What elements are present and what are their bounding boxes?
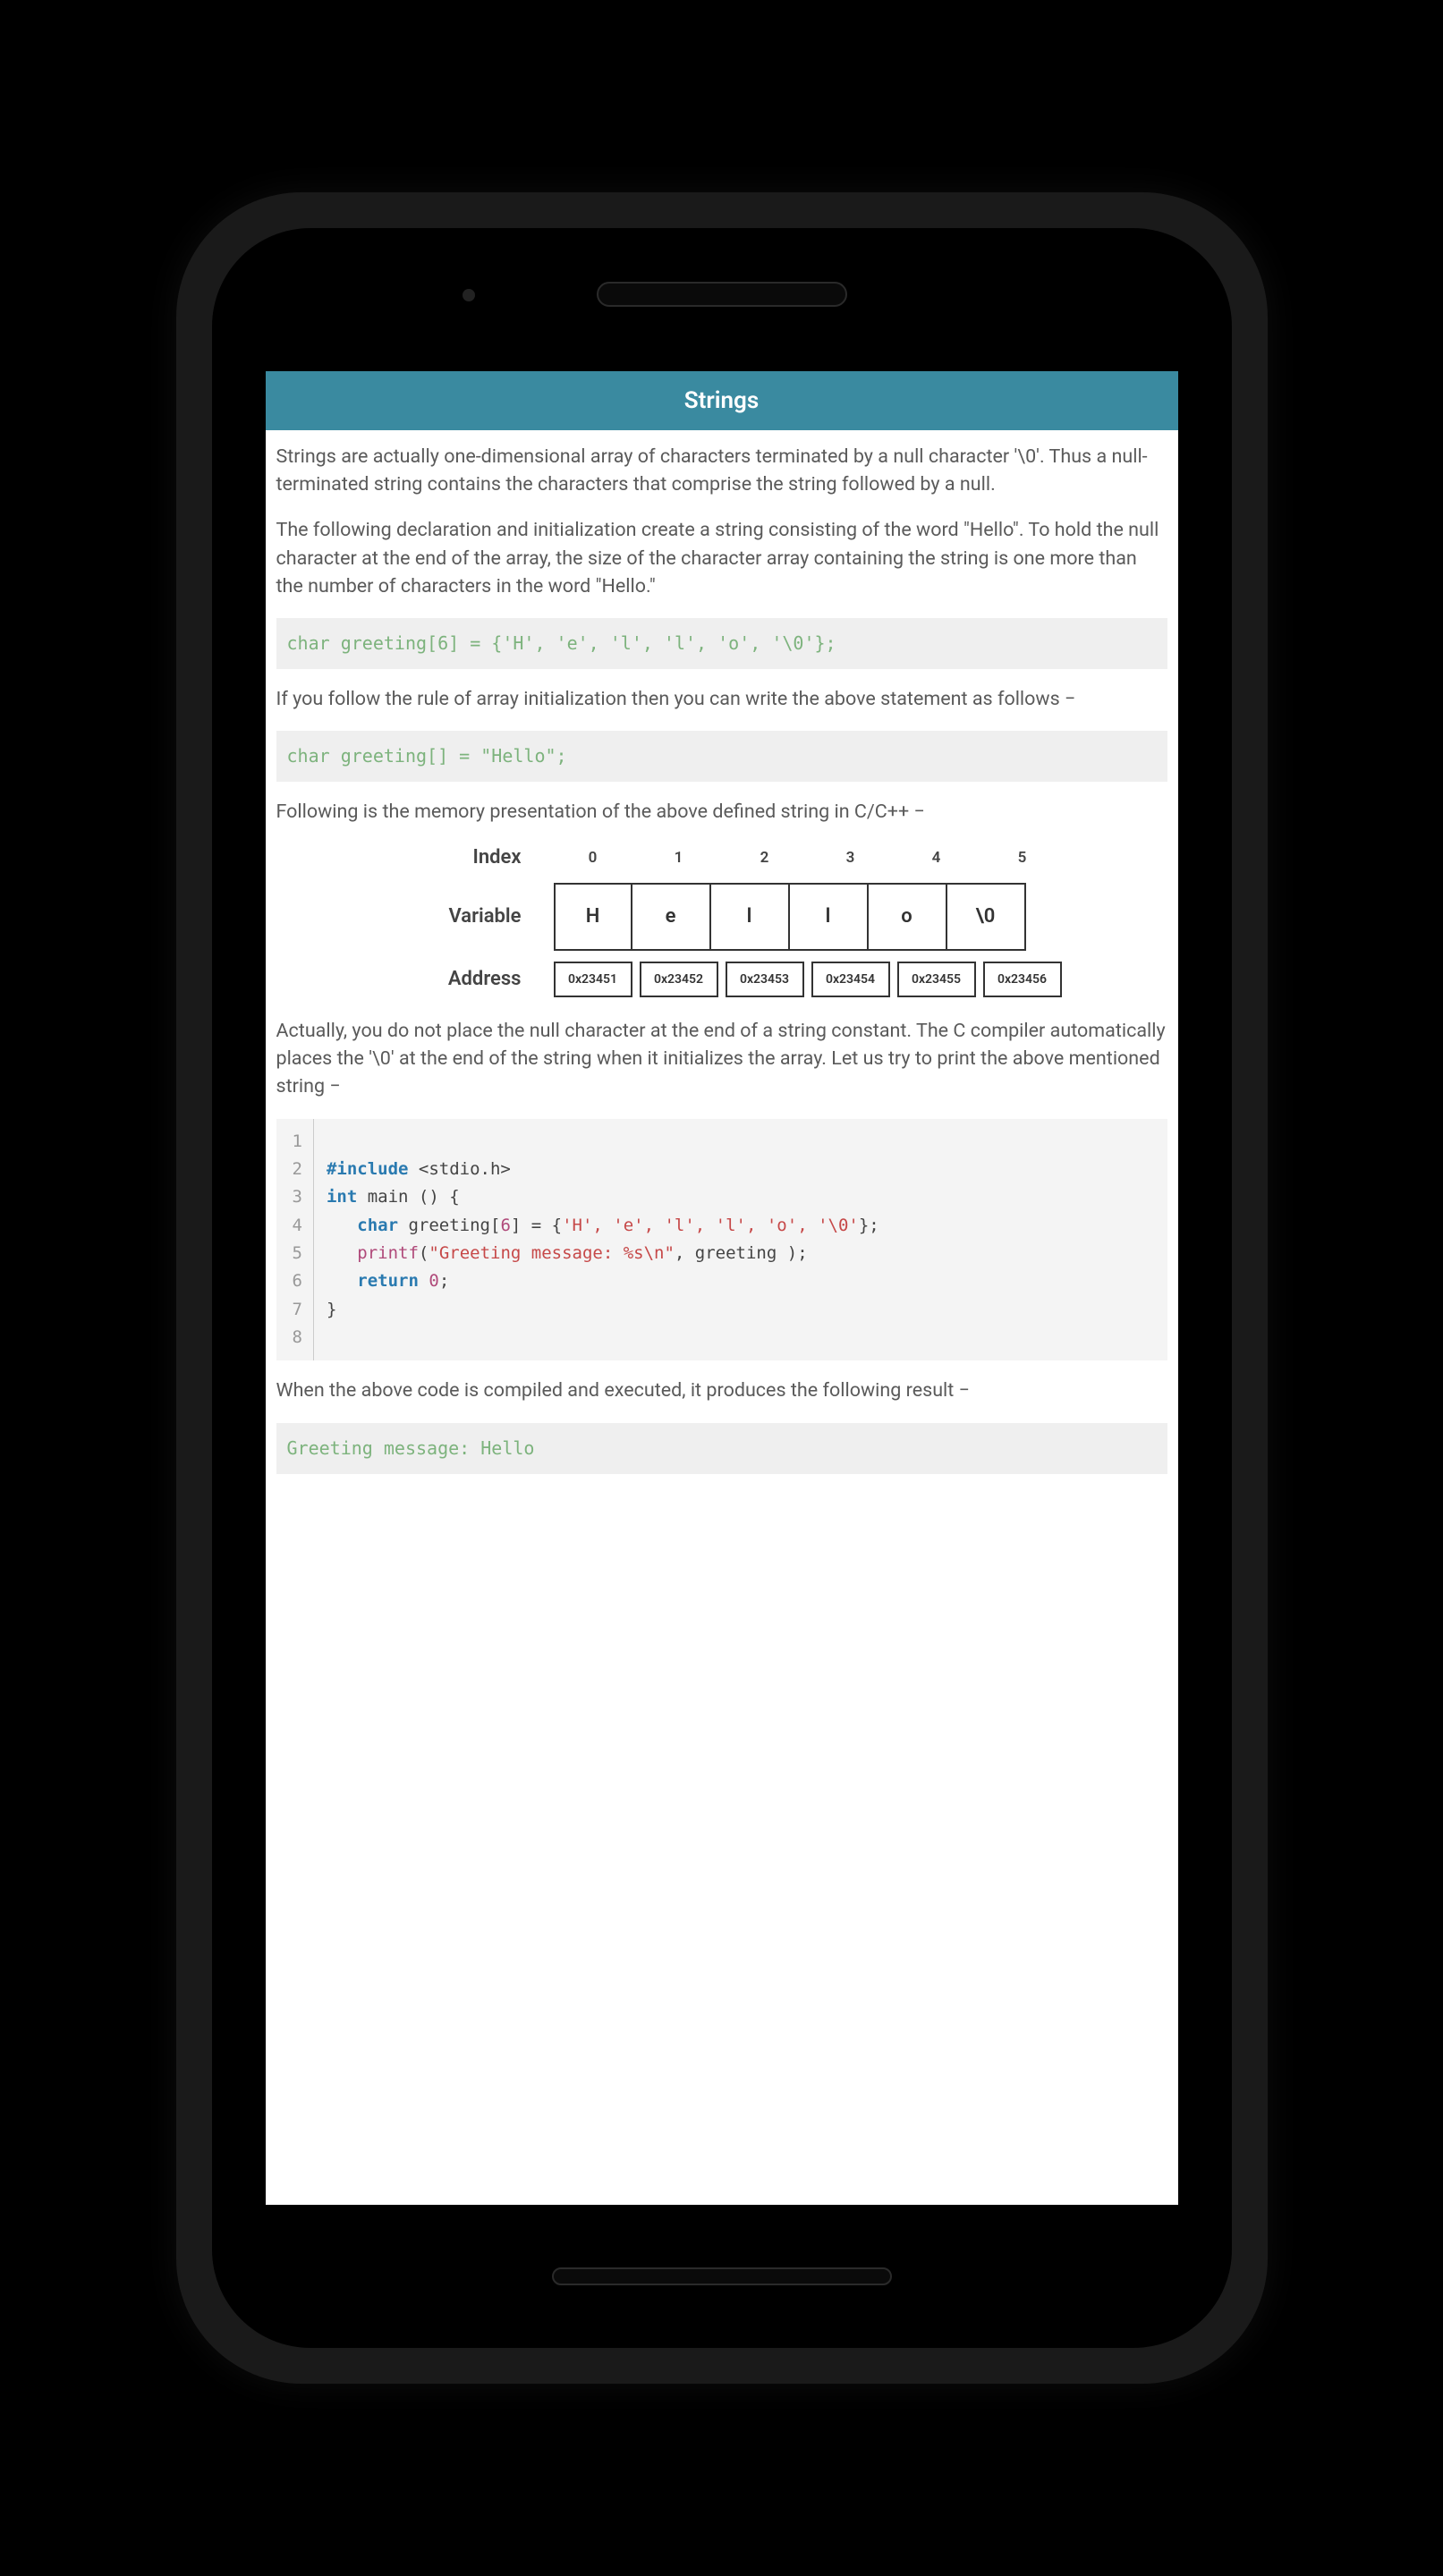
code-snippet-declaration-literal: char greeting[] = "Hello";: [276, 731, 1167, 782]
code-snippet-declaration-array: char greeting[6] = {'H', 'e', 'l', 'l', …: [276, 618, 1167, 669]
index-cell: 0: [554, 847, 632, 869]
num-zero: 0: [429, 1271, 438, 1291]
speaker-top: [597, 282, 847, 307]
intro-paragraph: Strings are actually one-dimensional arr…: [276, 443, 1167, 498]
code-text: };: [859, 1216, 879, 1235]
index-cell: 3: [811, 847, 890, 869]
line-number: 2: [293, 1156, 302, 1183]
string-literal: "Greeting message: %s\n": [429, 1243, 675, 1263]
index-cell: 1: [640, 847, 718, 869]
memory-variable-row: Variable H e l l o \0: [276, 883, 1167, 951]
output-intro-paragraph: When the above code is compiled and exec…: [276, 1377, 1167, 1404]
line-number: 6: [293, 1267, 302, 1295]
variable-label: Variable: [276, 902, 554, 931]
code-text: [419, 1271, 429, 1291]
address-cell: 0x23451: [554, 962, 632, 997]
code-text: main () {: [357, 1187, 459, 1207]
index-cell: 2: [726, 847, 804, 869]
speaker-bottom: [552, 2267, 892, 2285]
line-number: 8: [293, 1324, 302, 1352]
declaration-intro-paragraph: The following declaration and initializa…: [276, 516, 1167, 600]
line-number: 1: [293, 1128, 302, 1156]
address-cell: 0x23455: [897, 962, 976, 997]
article-content[interactable]: Strings are actually one-dimensional arr…: [266, 430, 1178, 1487]
line-number: 7: [293, 1296, 302, 1324]
memory-index-row: Index 0 1 2 3 4 5: [276, 843, 1167, 872]
variable-cell: o: [869, 883, 947, 951]
num: 6: [500, 1216, 510, 1235]
phone-bezel: Strings Strings are actually one-dimensi…: [212, 228, 1232, 2348]
phone-frame: Strings Strings are actually one-dimensi…: [176, 192, 1268, 2384]
kw-return: return: [357, 1271, 419, 1291]
index-label: Index: [276, 843, 554, 872]
line-number: 3: [293, 1183, 302, 1211]
code-text: greeting[: [398, 1216, 500, 1235]
variable-cell: H: [554, 883, 632, 951]
address-cell: 0x23453: [726, 962, 804, 997]
variable-cell: l: [790, 883, 869, 951]
code-text: , greeting );: [675, 1243, 808, 1263]
variable-cell: e: [632, 883, 711, 951]
memory-diagram: Index 0 1 2 3 4 5 Variable H: [276, 843, 1167, 997]
line-number: 4: [293, 1212, 302, 1240]
address-cell: 0x23454: [811, 962, 890, 997]
app-screen[interactable]: Strings Strings are actually one-dimensi…: [266, 371, 1178, 2205]
alt-init-paragraph: If you follow the rule of array initiali…: [276, 685, 1167, 713]
fn-printf: printf: [357, 1243, 419, 1263]
code-text: ;: [439, 1271, 449, 1291]
code-line: }: [327, 1300, 336, 1319]
line-number: 5: [293, 1240, 302, 1267]
memory-address-row: Address 0x23451 0x23452 0x23453 0x23454 …: [276, 962, 1167, 997]
page-title: Strings: [684, 387, 759, 414]
kw-int: int: [327, 1187, 357, 1207]
compiler-note-paragraph: Actually, you do not place the null char…: [276, 1017, 1167, 1101]
char-literals: 'H', 'e', 'l', 'l', 'o', '\0': [562, 1216, 859, 1235]
code-lines: #include <stdio.h> int main () { char gr…: [314, 1119, 892, 1361]
variable-cell: l: [711, 883, 790, 951]
code-text: <stdio.h>: [408, 1159, 510, 1179]
line-numbers: 1 2 3 4 5 6 7 8: [276, 1119, 314, 1361]
kw-char: char: [357, 1216, 398, 1235]
memory-intro-paragraph: Following is the memory presentation of …: [276, 798, 1167, 826]
front-camera: [463, 289, 475, 301]
index-cell: 4: [897, 847, 976, 869]
kw-include: #include: [327, 1159, 409, 1179]
address-label: Address: [276, 965, 554, 994]
variable-cell: \0: [947, 883, 1026, 951]
title-bar: Strings: [266, 371, 1178, 430]
address-cell: 0x23456: [983, 962, 1062, 997]
code-text: (: [419, 1243, 429, 1263]
code-text: ] = {: [511, 1216, 562, 1235]
address-cell: 0x23452: [640, 962, 718, 997]
code-block-example: 1 2 3 4 5 6 7 8 #include <stdio.h> int m…: [276, 1119, 1167, 1361]
output-block: Greeting message: Hello: [276, 1423, 1167, 1474]
index-cell: 5: [983, 847, 1062, 869]
